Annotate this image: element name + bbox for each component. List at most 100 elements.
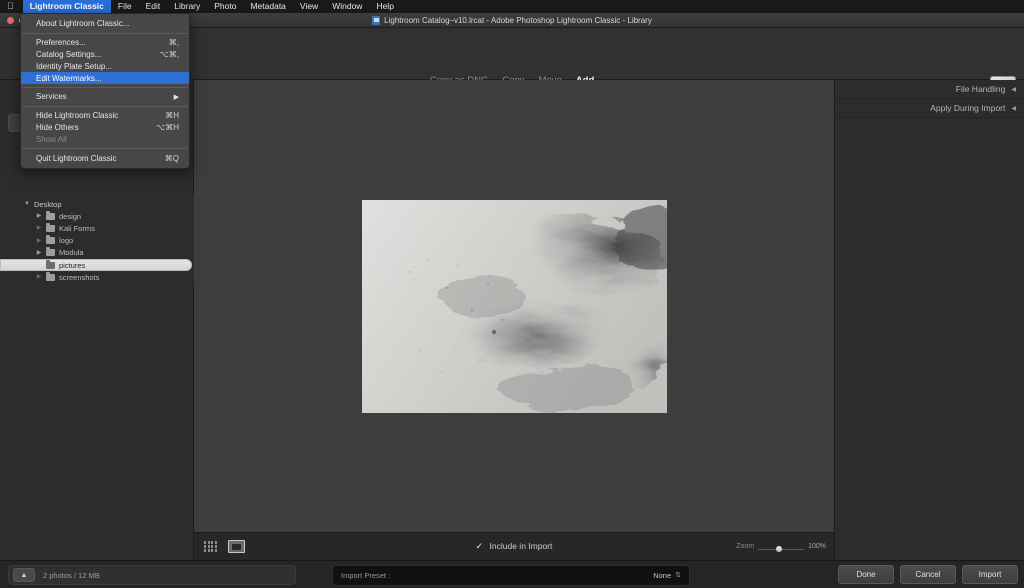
macos-menubar:  Lightroom Classic File Edit Library Ph… — [0, 0, 1024, 13]
chevron-right-icon[interactable]: ▶ — [36, 213, 42, 219]
chevron-right-icon[interactable]: ▶ — [36, 225, 42, 231]
tree-row-pictures[interactable]: pictures — [0, 258, 192, 272]
chevron-right-icon[interactable]: ▶ — [36, 238, 42, 244]
menu-separator — [22, 32, 188, 34]
done-button[interactable]: Done — [838, 565, 894, 584]
menu-item-shortcut: ⌘H — [165, 111, 179, 121]
apple-logo-icon[interactable]:  — [0, 2, 23, 11]
import-preset-value-text: None — [653, 571, 672, 580]
menubar-item-file[interactable]: File — [111, 0, 139, 13]
menu-item-edit-watermarks[interactable]: Edit Watermarks... — [21, 72, 189, 84]
cancel-button[interactable]: Cancel — [900, 565, 956, 584]
zoom-label: Zoom — [736, 543, 755, 550]
photos-count-label: 2 photos / 12 MB — [43, 570, 100, 580]
tree-label: pictures — [59, 260, 86, 270]
menu-item-shortcut: ⌥⌘, — [159, 49, 179, 59]
panel-apply-during-import[interactable]: Apply During Import ◀ — [835, 99, 1024, 118]
menu-item-hide-others[interactable]: Hide Others ⌥⌘H — [21, 122, 189, 134]
catalog-file-icon — [372, 15, 381, 25]
window-title: Lightroom Catalog–v10.lrcat - Adobe Phot… — [372, 15, 652, 25]
zoom-percentage: 100% — [808, 543, 826, 550]
import-preset-label: Import Preset : — [341, 571, 391, 580]
menu-item-shortcut: ⌘Q — [164, 153, 179, 163]
menu-item-label: Catalog Settings... — [36, 49, 102, 59]
zoom-control[interactable]: Zoom 100% — [736, 543, 826, 552]
menu-separator — [22, 148, 188, 150]
menu-item-label: Identity Plate Setup... — [36, 61, 113, 71]
menubar-item-view[interactable]: View — [293, 0, 325, 13]
folder-icon — [46, 259, 55, 269]
tree-row-design[interactable]: ▶ design — [0, 210, 194, 222]
folder-icon — [46, 271, 55, 281]
menu-item-label: Show All — [36, 134, 67, 144]
chevron-right-icon[interactable]: ▶ — [36, 274, 42, 280]
lightroom-classic-menu: About Lightroom Classic... Preferences..… — [20, 13, 190, 169]
import-preset-value[interactable]: None ⇅ — [653, 571, 681, 580]
menubar-item-lightroom-classic[interactable]: Lightroom Classic — [22, 0, 111, 13]
menu-item-label: Hide Others — [36, 122, 79, 132]
menu-item-about[interactable]: About Lightroom Classic... — [21, 18, 189, 30]
source-status: ▲ 2 photos / 12 MB — [8, 565, 296, 585]
import-button[interactable]: Import — [962, 565, 1018, 584]
close-button[interactable] — [7, 17, 14, 24]
eject-icon[interactable]: ▲ — [13, 568, 35, 582]
menu-item-shortcut: ⌥⌘H — [156, 122, 179, 132]
menu-item-shortcut: ⌘, — [168, 38, 179, 48]
menu-item-label: Hide Lightroom Classic — [36, 111, 119, 121]
window-title-text: Lightroom Catalog–v10.lrcat - Adobe Phot… — [384, 15, 652, 25]
menu-item-label: Services — [36, 92, 67, 102]
menubar-item-photo[interactable]: Photo — [207, 0, 243, 13]
menubar-item-window[interactable]: Window — [325, 0, 369, 13]
checkmark-icon: ✓ — [475, 541, 484, 551]
folder-tree: ▼ Desktop ▶ design ▶ Kali Forms ▶ logo ▶… — [0, 196, 194, 284]
stepper-icon[interactable]: ⇅ — [675, 572, 681, 579]
menu-item-hide-lightroom-classic[interactable]: Hide Lightroom Classic ⌘H — [21, 110, 189, 122]
photo-image — [361, 199, 667, 413]
panel-file-handling-label: File Handling — [955, 84, 1006, 94]
menubar-item-metadata[interactable]: Metadata — [243, 0, 292, 13]
menu-separator — [22, 86, 188, 88]
preview-toolbar: ✓ Include in Import Zoom 100% — [194, 532, 834, 560]
menu-item-label: Edit Watermarks... — [36, 73, 102, 83]
menu-item-show-all: Show All — [21, 133, 189, 145]
tree-label: Desktop — [34, 199, 62, 209]
collapse-left-icon[interactable]: ◀ — [1011, 86, 1016, 93]
zoom-slider[interactable] — [758, 546, 805, 552]
chevron-down-icon[interactable]: ▼ — [24, 201, 30, 207]
menu-separator — [22, 105, 188, 107]
dialog-buttons: Done Cancel Import — [838, 565, 1018, 584]
menu-item-catalog-settings[interactable]: Catalog Settings... ⌥⌘, — [21, 49, 189, 61]
menu-item-identity-plate-setup[interactable]: Identity Plate Setup... — [21, 60, 189, 72]
tree-row-modula[interactable]: ▶ Modula — [0, 247, 194, 259]
tree-row-screenshots[interactable]: ▶ screenshots — [0, 271, 194, 283]
preview-area: ✓ Include in Import Zoom 100% — [194, 80, 834, 560]
tree-label: Kali Forms — [59, 223, 95, 233]
photo-preview[interactable] — [361, 199, 667, 413]
import-settings-panel: File Handling ◀ Apply During Import ◀ — [834, 80, 1024, 560]
menu-item-label: Quit Lightroom Classic — [36, 153, 117, 163]
tree-row-desktop[interactable]: ▼ Desktop — [0, 198, 194, 210]
menu-item-quit[interactable]: Quit Lightroom Classic ⌘Q — [21, 152, 189, 164]
include-in-import-label: Include in Import — [489, 541, 553, 551]
panel-file-handling[interactable]: File Handling ◀ — [835, 80, 1024, 99]
chevron-right-icon[interactable]: ▶ — [36, 250, 42, 256]
bottom-bar: ▲ 2 photos / 12 MB Import Preset : None … — [0, 560, 1024, 588]
folder-icon — [46, 210, 55, 220]
menubar-item-library[interactable]: Library — [167, 0, 207, 13]
tree-label: screenshots — [59, 272, 100, 282]
collapse-left-icon[interactable]: ◀ — [1011, 105, 1016, 112]
import-preset-select[interactable]: Import Preset : None ⇅ — [332, 565, 690, 586]
tree-label: logo — [59, 236, 74, 246]
loupe-preview[interactable] — [194, 80, 834, 532]
menubar-item-help[interactable]: Help — [369, 0, 400, 13]
panel-apply-during-import-label: Apply During Import — [930, 103, 1006, 113]
lightroom-window:  Lightroom Classic File Edit Library Ph… — [0, 0, 1024, 588]
menu-item-label: About Lightroom Classic... — [36, 19, 130, 29]
menu-item-label: Preferences... — [36, 38, 86, 48]
menubar-item-edit[interactable]: Edit — [139, 0, 168, 13]
tree-row-logo[interactable]: ▶ logo — [0, 235, 194, 247]
menu-item-preferences[interactable]: Preferences... ⌘, — [21, 37, 189, 49]
menu-item-services[interactable]: Services ▶ — [21, 91, 189, 103]
tree-row-kali-forms[interactable]: ▶ Kali Forms — [0, 222, 194, 234]
folder-icon — [46, 247, 55, 257]
